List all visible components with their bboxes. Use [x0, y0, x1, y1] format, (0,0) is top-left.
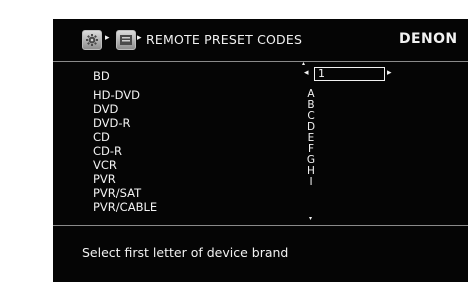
device-item-pvr-sat[interactable]: PVR/SAT [93, 186, 157, 200]
device-item-hd-dvd[interactable]: HD-DVD [93, 88, 157, 102]
device-item-bd[interactable]: BD [93, 69, 157, 85]
scroll-down-icon[interactable]: ▾ [309, 215, 312, 222]
device-item-dvd[interactable]: DVD [93, 102, 157, 116]
footer-divider [53, 225, 468, 226]
brand-logo: DENON [399, 31, 458, 47]
page-title: REMOTE PRESET CODES [146, 32, 303, 47]
breadcrumb-separator-2: ▸ [137, 33, 142, 43]
selector-right-icon[interactable]: ▸ [387, 68, 392, 78]
device-item-vcr[interactable]: VCR [93, 158, 157, 172]
letter-selector-value: 1 [318, 67, 325, 80]
device-item-cd[interactable]: CD [93, 130, 157, 144]
scroll-up-icon[interactable]: ▴ [302, 60, 305, 67]
help-text: Select first letter of device brand [82, 245, 289, 260]
breadcrumb-separator-1: ▸ [105, 33, 110, 43]
device-item-dvd-r[interactable]: DVD-R [93, 116, 157, 130]
letter-list: A B C D E F G H I [304, 89, 318, 188]
header-bar: ▸ ▸ REMOTE PRESET CODES DENON [53, 19, 468, 63]
letter-selector-field[interactable]: 1 [314, 67, 385, 81]
selector-left-icon[interactable]: ◂ [304, 68, 309, 78]
device-list: BD HD-DVD DVD DVD-R CD CD-R VCR PVR PVR/… [93, 69, 157, 214]
setup-screen: ▸ ▸ REMOTE PRESET CODES DENON BD HD-DVD … [53, 19, 468, 282]
remote-icon [116, 30, 136, 50]
device-item-pvr-cable[interactable]: PVR/CABLE [93, 200, 157, 214]
gear-icon [82, 30, 102, 50]
header-divider [53, 61, 468, 62]
device-item-cd-r[interactable]: CD-R [93, 144, 157, 158]
letter-item-i[interactable]: I [304, 177, 318, 188]
device-item-pvr[interactable]: PVR [93, 172, 157, 186]
